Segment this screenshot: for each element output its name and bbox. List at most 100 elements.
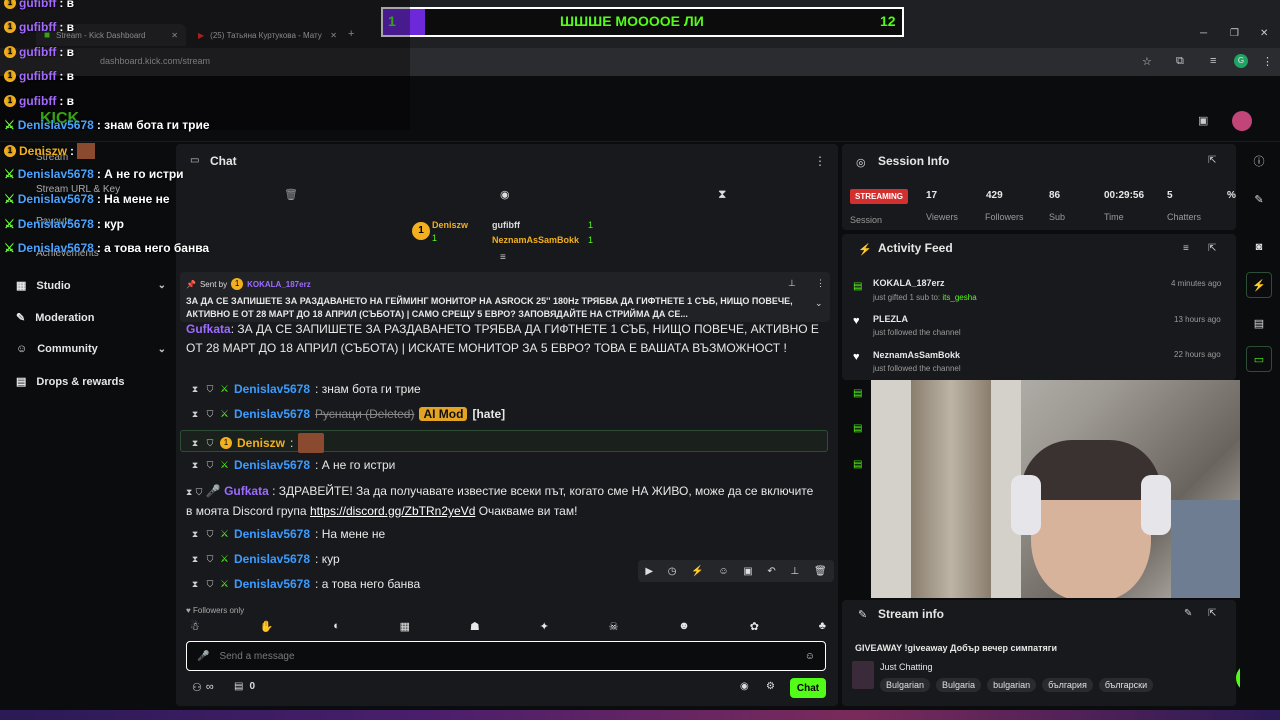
browser-menu-icon[interactable]: ⋮ bbox=[1262, 55, 1273, 68]
feed-item-target[interactable]: its_gesha bbox=[942, 293, 976, 302]
tag-chip[interactable]: Bulgarian bbox=[880, 678, 931, 692]
feed-item-name[interactable]: PLEZLA bbox=[873, 314, 908, 324]
chat-username[interactable]: Gufkata bbox=[224, 484, 269, 498]
gift-counter[interactable]: ▤ 0 bbox=[234, 681, 255, 692]
tag-chip[interactable]: българия bbox=[1042, 678, 1093, 692]
overlay-text: : знам бота ги трие bbox=[96, 118, 210, 132]
timeout-icon[interactable]: ◷ bbox=[668, 566, 677, 577]
sidebar-item-studio[interactable]: ▦ Studio ⌄ bbox=[16, 279, 166, 293]
chat-input[interactable]: 🎤 Send a message ☺ bbox=[186, 641, 826, 671]
chat-menu-icon[interactable]: ⋮ bbox=[814, 154, 826, 168]
edit-icon[interactable]: ✎ bbox=[1184, 608, 1192, 619]
undo-icon[interactable]: ↶ bbox=[767, 566, 775, 577]
sidebar-item-label: Community bbox=[37, 343, 98, 355]
overlay-text: : На мене не bbox=[96, 192, 170, 206]
slow-mode-icon[interactable]: ⚡ bbox=[691, 566, 703, 577]
tag-chip[interactable]: Bulgaria bbox=[936, 678, 982, 692]
emote-icon[interactable]: ♣ bbox=[819, 620, 826, 636]
user-avatar[interactable] bbox=[1232, 111, 1252, 131]
emote-icon[interactable]: ✿ bbox=[750, 620, 759, 636]
emote-icon[interactable]: ☃ bbox=[190, 620, 200, 636]
chat-username[interactable]: Denislav5678 bbox=[234, 407, 310, 421]
tag-chip[interactable]: bulgarian bbox=[987, 678, 1037, 692]
sub-badge-icon: 1 bbox=[4, 95, 16, 107]
sword-icon: ⚔ bbox=[220, 383, 229, 395]
filter-icon[interactable]: ≡ bbox=[1183, 243, 1189, 254]
profile-avatar[interactable]: G bbox=[1234, 54, 1248, 68]
play-icon[interactable]: ▶ bbox=[645, 566, 653, 577]
expand-pinned-icon[interactable]: ⌄ bbox=[815, 298, 823, 309]
unpin-icon[interactable]: ⊥ bbox=[788, 278, 796, 289]
pinned-menu-icon[interactable]: ⋮ bbox=[816, 278, 825, 289]
chat-username[interactable]: Gufkata bbox=[186, 322, 231, 336]
copy-icon[interactable]: ▣ bbox=[743, 566, 752, 577]
emote-icon[interactable]: ☠ bbox=[609, 620, 619, 636]
popout-icon[interactable]: ⇱ bbox=[1208, 155, 1216, 166]
minimize-icon[interactable]: ─ bbox=[1200, 28, 1207, 39]
emote-icon[interactable]: ☻ bbox=[678, 620, 690, 636]
maximize-icon[interactable]: ❐ bbox=[1230, 28, 1239, 39]
emote-only-icon[interactable]: ☺ bbox=[718, 566, 728, 577]
activity-feed-title: Activity Feed bbox=[878, 241, 953, 255]
lightning-icon[interactable]: ⚡ bbox=[1246, 272, 1272, 298]
media-icon[interactable]: ≡ bbox=[1210, 55, 1216, 67]
chevron-down-icon: ⌄ bbox=[157, 280, 166, 291]
pin-icon: 📌 bbox=[186, 279, 196, 289]
wrench-icon: ✎ bbox=[16, 312, 26, 324]
popout-icon[interactable]: ⇱ bbox=[1208, 608, 1216, 619]
sub-badge-icon: 1 bbox=[231, 278, 244, 290]
settings-gear-icon[interactable]: ⚙ bbox=[766, 681, 775, 692]
feed-item-name[interactable]: KOKALA_187erz bbox=[873, 278, 945, 288]
followers-only-text: Followers only bbox=[192, 606, 245, 615]
chat-tab-icon[interactable]: ◉ bbox=[500, 188, 510, 201]
poll-question: ШШШЕ МОООOE ЛИ bbox=[560, 13, 704, 29]
chat-users-icon[interactable]: ◉ bbox=[740, 681, 749, 692]
sidebar-item-community[interactable]: ☺ Community ⌄ bbox=[16, 343, 166, 355]
sidebar-item-drops[interactable]: ▤ Drops & rewards bbox=[16, 375, 166, 389]
hourglass-icon[interactable]: ⧗ bbox=[718, 187, 726, 202]
emote-icon[interactable]: ▦ bbox=[400, 620, 410, 636]
tag-chip[interactable]: български bbox=[1098, 678, 1154, 692]
chat-username[interactable]: Denislav5678 bbox=[234, 552, 310, 566]
chat-username[interactable]: Denislav5678 bbox=[234, 577, 310, 591]
chat-username[interactable]: Denislav5678 bbox=[234, 527, 310, 541]
chat-bubble-icon[interactable]: ▭ bbox=[1246, 346, 1272, 372]
delete-icon[interactable]: 🗑 bbox=[814, 566, 827, 577]
hourglass-icon: ⧗ bbox=[191, 578, 199, 589]
emoji-picker-icon[interactable]: ☺ bbox=[805, 651, 815, 662]
emote-icon[interactable]: ✦ bbox=[540, 620, 549, 636]
chat-username[interactable]: Denislav5678 bbox=[234, 458, 310, 472]
emote-icon[interactable]: ☗ bbox=[470, 620, 480, 636]
document-icon[interactable]: ▤ bbox=[1246, 310, 1272, 336]
overlay-user: gufibff bbox=[19, 94, 57, 108]
sidebar-item-moderation[interactable]: ✎ Moderation bbox=[16, 311, 166, 325]
gift-count: 0 bbox=[249, 681, 256, 692]
send-chat-button[interactable]: Chat bbox=[790, 678, 826, 698]
studio-mode-icon[interactable]: ▣ bbox=[1198, 114, 1208, 127]
emote-icon[interactable]: ✋ bbox=[260, 620, 274, 636]
overlay-chat-line: 1 gufibff: в bbox=[4, 20, 74, 34]
stat-chatters-label: Chatters bbox=[1167, 212, 1202, 222]
extensions-icon[interactable]: ⧉ bbox=[1176, 55, 1184, 68]
sword-icon: ⚔ bbox=[220, 459, 229, 471]
category-name[interactable]: Just Chatting bbox=[880, 662, 933, 672]
chat-username[interactable]: Deniszw bbox=[237, 436, 285, 450]
popout-icon[interactable]: ⇱ bbox=[1208, 243, 1216, 254]
pin-message-icon[interactable]: ⊥ bbox=[791, 566, 800, 577]
feed-item-sub: just followed the channel bbox=[873, 364, 961, 373]
discord-link[interactable]: https://discord.gg/ZbTRn2yeVd bbox=[310, 504, 475, 518]
overlay-text: : а това него банва bbox=[96, 241, 210, 255]
wrench-icon: ✎ bbox=[858, 609, 868, 621]
bookmark-star-icon[interactable]: ☆ bbox=[1142, 55, 1152, 68]
trash-icon[interactable]: 🗑 bbox=[284, 188, 298, 201]
chat-username[interactable]: Denislav5678 bbox=[234, 382, 310, 396]
info-icon[interactable]: ⓘ bbox=[1246, 148, 1272, 174]
viewer-count-control[interactable]: ⚇ ∞ bbox=[192, 681, 214, 694]
pencil-icon[interactable]: ✎ bbox=[1246, 186, 1272, 212]
collapse-icon[interactable]: ≡ bbox=[500, 252, 506, 263]
chat-bubble-icon: ▭ bbox=[190, 155, 200, 166]
camera-icon[interactable]: ◙ bbox=[1246, 234, 1272, 260]
window-close-icon[interactable]: ✕ bbox=[1260, 28, 1268, 39]
emote-icon[interactable]: ◐ bbox=[333, 620, 340, 636]
feed-item-name[interactable]: NeznamAsSamBokk bbox=[873, 350, 960, 360]
